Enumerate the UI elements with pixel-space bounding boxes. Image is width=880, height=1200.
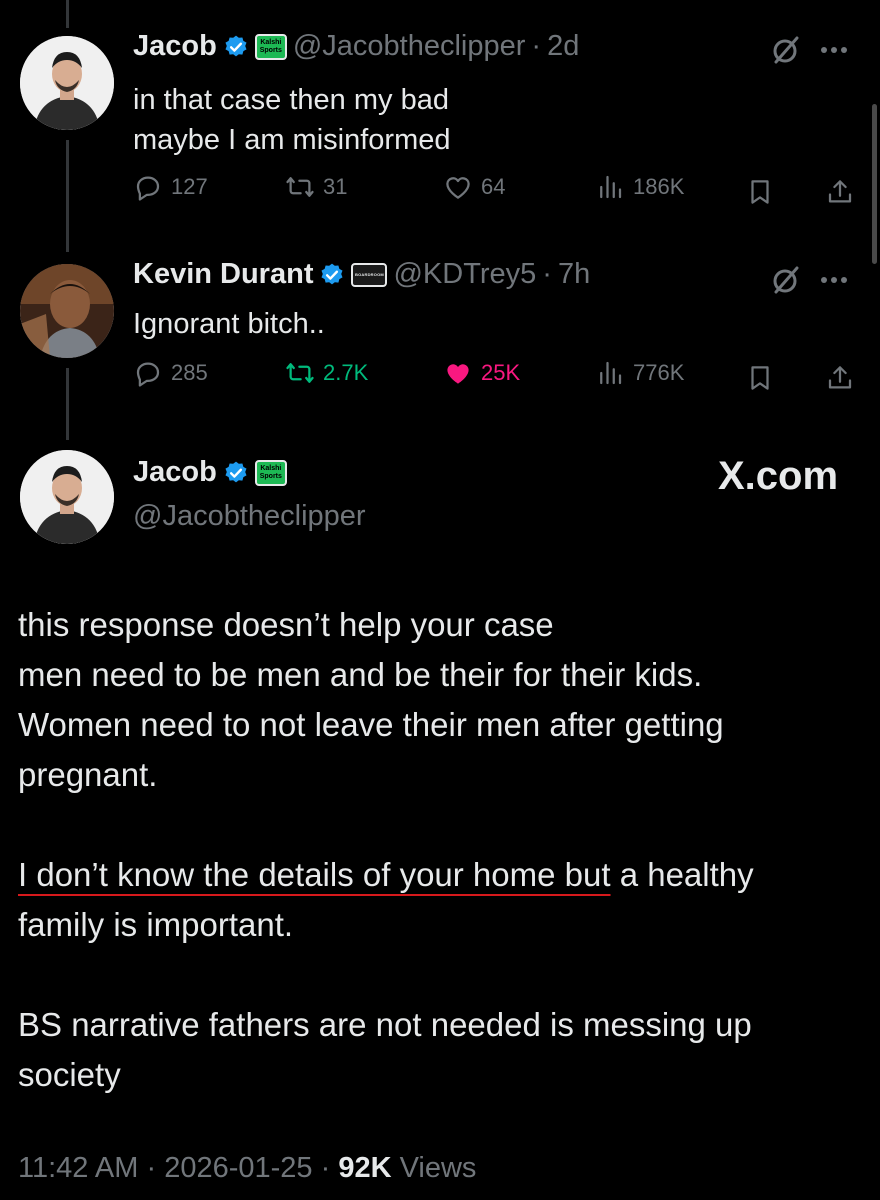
views-button[interactable]: 186K: [595, 172, 684, 202]
thread-line-2: [66, 368, 69, 440]
xcom-watermark: X.com: [718, 454, 839, 498]
kalshi-sports-badge: Kalshi Sports: [254, 33, 287, 60]
views-label: Views: [399, 1152, 477, 1184]
tweet-1-text: in that case then my bad maybe I am misi…: [133, 80, 451, 160]
underlined-text: I don’t know the details of your home bu…: [18, 856, 611, 893]
main-tweet-text: this response doesn’t help your case men…: [18, 600, 858, 1100]
author-handle[interactable]: @KDTrey5: [393, 258, 536, 291]
retweet-button[interactable]: 2.7K: [285, 358, 368, 388]
avatar-kevin-durant[interactable]: [20, 264, 114, 358]
retweet-count: 2.7K: [323, 360, 369, 385]
dot-separator: ·: [320, 1152, 331, 1184]
kalshi-sports-badge: Kalshi Sports: [254, 459, 287, 486]
share-icon[interactable]: [825, 363, 855, 393]
like-button[interactable]: 64: [443, 172, 505, 202]
tweet-2-text: Ignorant bitch..: [133, 304, 325, 344]
tweet-1-top-icons: [770, 34, 848, 66]
more-icon[interactable]: [820, 46, 848, 54]
paragraph-1: this response doesn’t help your case men…: [18, 606, 724, 793]
tweet-line: in that case then my bad: [133, 84, 449, 116]
reply-icon: [136, 362, 160, 387]
author-handle[interactable]: @Jacobtheclipper: [293, 30, 526, 63]
tweet-1-header: Jacob Kalshi Sports @Jacobtheclipper · 2d: [133, 30, 579, 63]
tweet-2-header: Kevin Durant BOARDROOM @KDTrey5 · 7h: [133, 258, 590, 291]
tweet-1-actions: 127 31 64 186K: [133, 172, 858, 212]
retweet-icon: [286, 363, 314, 383]
like-icon: [446, 177, 470, 199]
tweet-time[interactable]: 7h: [558, 258, 590, 291]
dot-separator: ·: [146, 1152, 157, 1184]
dot-separator: ·: [531, 30, 542, 62]
author-name[interactable]: Jacob: [133, 456, 217, 489]
tweet-footer: 11:42 AM · 2026-01-25 · 92K Views: [18, 1152, 476, 1185]
views-button[interactable]: 776K: [595, 358, 684, 388]
views-count: 186K: [633, 174, 685, 199]
like-icon: [447, 364, 469, 384]
more-icon[interactable]: [820, 276, 848, 284]
verified-icon: [225, 35, 247, 56]
like-button[interactable]: 25K: [443, 358, 520, 388]
reply-count: 127: [171, 174, 208, 199]
dot-separator: ·: [542, 258, 552, 290]
tweet-date[interactable]: 2026-01-25: [164, 1152, 312, 1184]
views-total: 92K: [338, 1152, 392, 1184]
verified-icon: [225, 461, 247, 482]
like-count: 64: [481, 174, 506, 199]
avatar-jacob[interactable]: [20, 36, 114, 130]
like-count: 25K: [481, 360, 521, 385]
tweet-line: maybe I am misinformed: [133, 124, 451, 156]
views-count: 776K: [633, 360, 685, 385]
tweet-timestamp[interactable]: 11:42 AM: [18, 1152, 138, 1184]
retweet-count: 31: [323, 174, 348, 199]
reply-count: 285: [171, 360, 208, 385]
retweet-button[interactable]: 31: [285, 172, 347, 202]
main-tweet-header: Jacob Kalshi Sports: [133, 456, 287, 489]
bookmark-icon[interactable]: [745, 177, 775, 207]
bookmark-icon[interactable]: [745, 363, 775, 393]
reply-icon: [136, 176, 160, 201]
avatar-jacob[interactable]: [20, 450, 114, 544]
reply-button[interactable]: 285: [133, 358, 208, 388]
boardroom-badge: BOARDROOM: [351, 262, 388, 287]
reply-button[interactable]: 127: [133, 172, 208, 202]
thread-line-top: [66, 0, 69, 28]
author-handle[interactable]: @Jacobtheclipper: [133, 500, 366, 533]
tweet-time[interactable]: 2d: [547, 30, 579, 63]
author-name[interactable]: Kevin Durant: [133, 258, 313, 291]
paragraph-2: I don’t know the details of your home bu…: [18, 850, 858, 950]
thread-line-1: [66, 140, 69, 252]
author-name[interactable]: Jacob: [133, 30, 217, 63]
tweet-line: Ignorant bitch..: [133, 308, 325, 340]
grok-icon[interactable]: [770, 34, 802, 66]
retweet-icon: [286, 177, 314, 197]
views-icon: [600, 361, 622, 385]
verified-icon: [321, 263, 343, 284]
share-icon[interactable]: [825, 177, 855, 207]
tweet-2-actions: 285 2.7K 25K 776K: [133, 358, 858, 398]
paragraph-3: BS narrative fathers are not needed is m…: [18, 1006, 752, 1093]
scrollbar[interactable]: [872, 104, 877, 264]
tweet-2-top-icons: [770, 264, 848, 296]
views-icon: [600, 175, 622, 199]
grok-icon[interactable]: [770, 264, 802, 296]
